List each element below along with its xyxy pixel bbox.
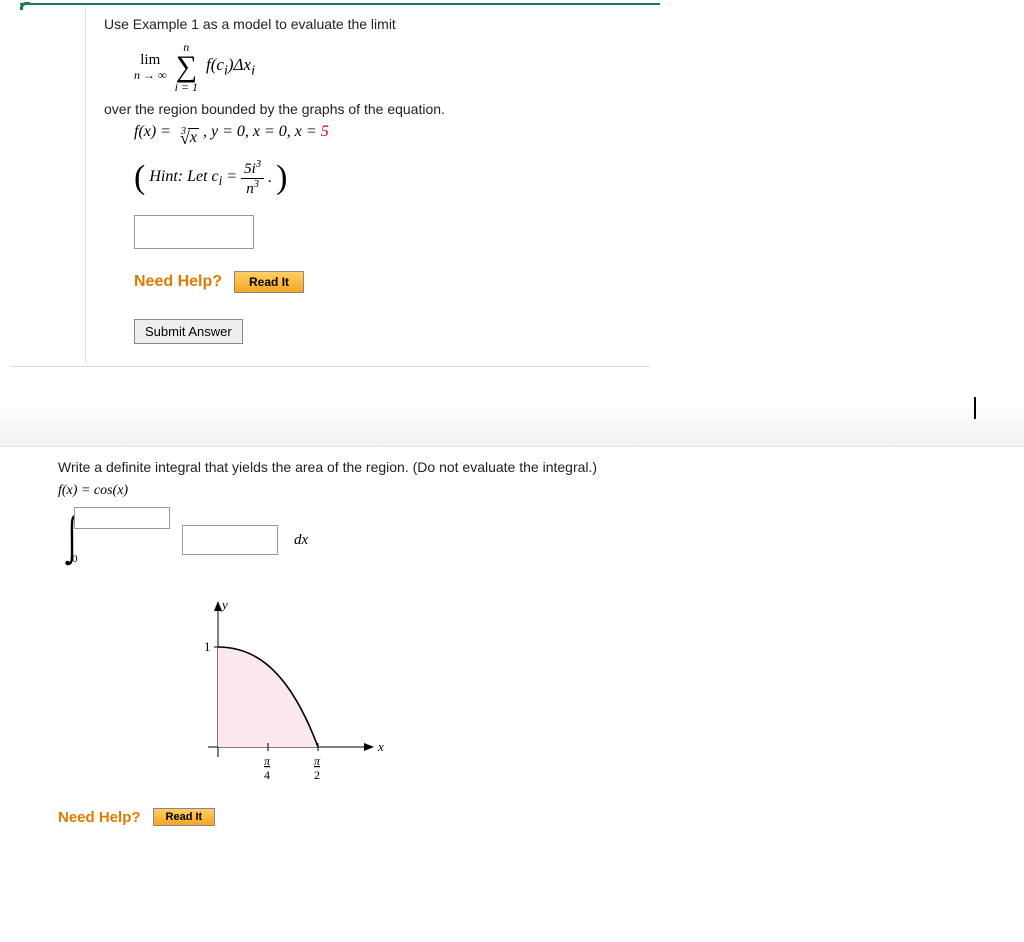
q2-graph: y x 1 π 4 π 2 <box>158 587 998 790</box>
hint-eq: = <box>222 168 237 185</box>
y-axis-arrow <box>214 601 222 611</box>
limit-operator: lim n → ∞ <box>134 53 167 81</box>
y-tick-1-label: 1 <box>204 639 211 654</box>
q1-function-line: f(x) = 3 √ x , y = 0, x = 0, x = 5 <box>134 123 632 149</box>
question-2: Write a definite integral that yields th… <box>58 459 998 826</box>
left-paren: ( <box>134 159 145 197</box>
frac-den-sup: 3 <box>254 179 259 190</box>
right-paren: ) <box>276 159 287 197</box>
read-it-button[interactable]: Read It <box>234 271 304 293</box>
sigma-lower: i = 1 <box>175 82 198 93</box>
hint-period: . <box>268 169 272 187</box>
submit-row: Submit Answer <box>134 319 632 344</box>
need-help-label: Need Help? <box>134 273 222 291</box>
root-index: 3 <box>181 126 186 137</box>
integral-symbol-block: 0 <box>58 513 86 567</box>
question-1: Use Example 1 as a model to evaluate the… <box>10 2 650 367</box>
question-1-body: Use Example 1 as a model to evaluate the… <box>85 6 650 366</box>
svg-text:2: 2 <box>314 768 320 782</box>
text-cursor <box>974 397 976 419</box>
separator-band <box>0 407 1024 447</box>
integral-expression: 0 dx <box>58 513 998 567</box>
q1-instruction: Use Example 1 as a model to evaluate the… <box>104 16 632 32</box>
x-axis-arrow <box>364 743 374 751</box>
q2-function: f(x) = cos(x) <box>58 483 998 499</box>
hint-fraction: 5i3 n3 <box>241 159 264 197</box>
lim-label: lim <box>140 53 160 69</box>
fx-rhs: , y = 0, x = 0, x = <box>203 123 321 140</box>
dx-label: dx <box>294 532 308 549</box>
hint-label: Hint: <box>149 168 183 185</box>
frac-num-sup: 3 <box>256 159 261 170</box>
q1-over-text: over the region bounded by the graphs of… <box>104 101 632 117</box>
summand: f(ci)Δxi <box>206 55 255 79</box>
summand-part-b: )Δx <box>228 55 251 74</box>
shaded-region <box>218 647 318 747</box>
q1-hint: ( Hint: Let ci = 5i3 n3 . ) <box>134 159 632 197</box>
frac-num-base: 5i <box>244 161 256 177</box>
upper-limit-input[interactable] <box>74 507 170 529</box>
y-axis-label: y <box>220 597 228 612</box>
x-axis-label: x <box>377 739 384 754</box>
cube-root: 3 √ x <box>175 128 199 149</box>
summand-part-a: f(c <box>206 55 224 74</box>
svg-text:4: 4 <box>264 768 270 782</box>
submit-answer-button[interactable]: Submit Answer <box>134 319 243 344</box>
q2-need-help-row: Need Help? Read It <box>58 808 998 826</box>
q1-answer-input[interactable] <box>134 215 254 249</box>
q1-limit-expression: lim n → ∞ n ∑ i = 1 f(ci)Δxi <box>104 32 632 101</box>
hint-text-a: Let c <box>183 168 219 185</box>
lower-limit: 0 <box>72 553 78 565</box>
summand-sub-2: i <box>251 63 255 79</box>
x-tick-1-label: π 4 <box>264 754 271 782</box>
radicand: x <box>188 128 199 147</box>
x-tick-2-label: π 2 <box>314 754 321 782</box>
fx-lhs: f(x) = <box>134 123 175 140</box>
svg-text:π: π <box>264 754 271 768</box>
integrand-input[interactable] <box>182 525 278 555</box>
sigma-operator: n ∑ i = 1 <box>175 42 198 93</box>
q1-need-help-row: Need Help? Read It <box>134 271 632 293</box>
read-it-button[interactable]: Read It <box>153 808 216 826</box>
q2-instruction: Write a definite integral that yields th… <box>58 459 998 475</box>
top-left-corner <box>20 2 30 10</box>
frac-den-base: n <box>246 181 254 197</box>
svg-text:π: π <box>314 754 321 768</box>
need-help-label: Need Help? <box>58 809 141 826</box>
sigma-symbol: ∑ <box>176 53 197 82</box>
lim-subscript: n → ∞ <box>134 69 167 82</box>
fx-red-value: 5 <box>321 123 329 140</box>
